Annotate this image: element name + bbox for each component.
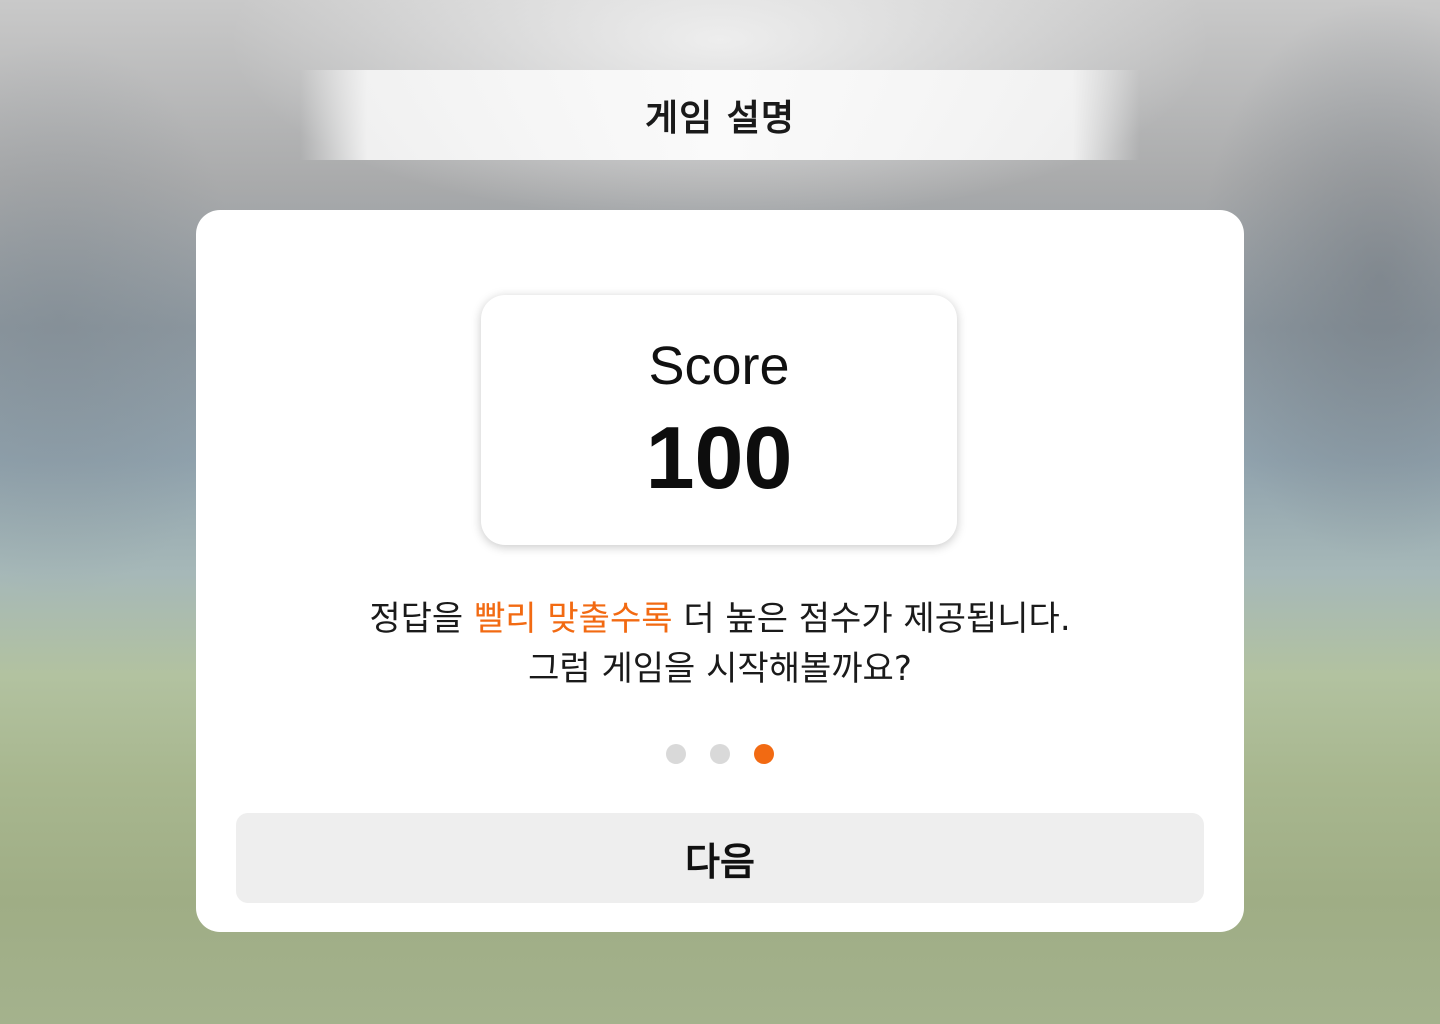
score-value: 100 — [645, 408, 793, 507]
page-dot-2 — [710, 744, 730, 764]
page-indicator — [196, 744, 1244, 764]
instruction-text-before: 정답을 — [369, 599, 475, 639]
page-dot-3-active — [754, 744, 774, 764]
score-label: Score — [648, 336, 790, 396]
score-preview-box: Score 100 — [481, 295, 957, 545]
instruction-highlight: 빨리 맞출수록 — [474, 599, 673, 639]
instruction-line-2: 그럼 게임을 시작해볼까요? — [528, 649, 912, 689]
next-button[interactable]: 다음 — [236, 813, 1204, 903]
title-banner: 게임 설명 — [300, 70, 1140, 160]
page-dot-1 — [666, 744, 686, 764]
instruction-card: Score 100 정답을 빨리 맞출수록 더 높은 점수가 제공됩니다. 그럼… — [196, 210, 1244, 932]
instruction-line-1: 정답을 빨리 맞출수록 더 높은 점수가 제공됩니다. — [196, 594, 1244, 644]
page-title: 게임 설명 — [644, 98, 795, 139]
instruction-text-after: 더 높은 점수가 제공됩니다. — [672, 599, 1071, 639]
instruction-text: 정답을 빨리 맞출수록 더 높은 점수가 제공됩니다. 그럼 게임을 시작해볼까… — [196, 594, 1244, 694]
next-button-label: 다음 — [685, 839, 755, 884]
